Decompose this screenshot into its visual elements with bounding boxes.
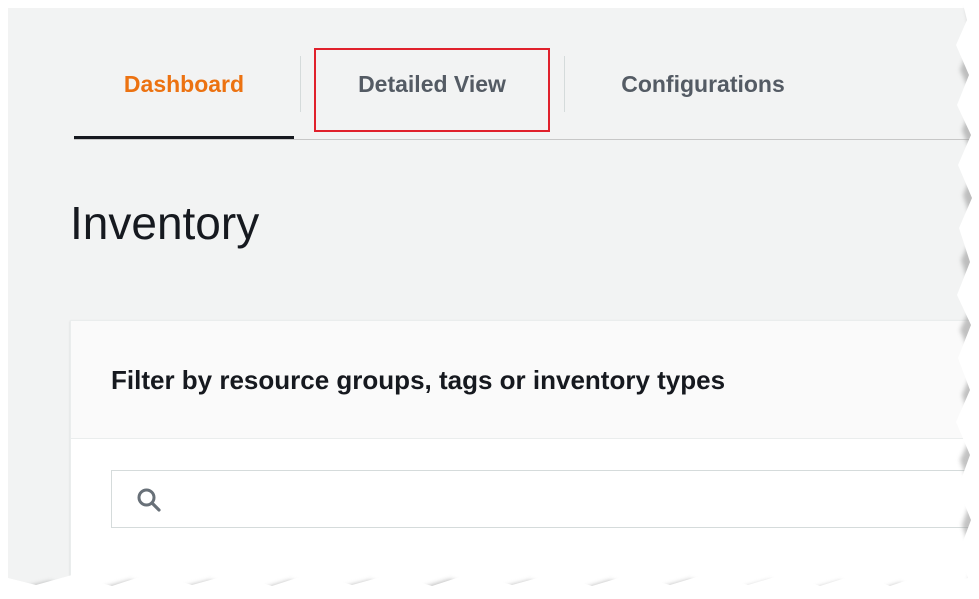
filter-panel-header: Filter by resource groups, tags or inven… <box>71 321 973 439</box>
tab-configurations[interactable]: Configurations <box>570 48 836 120</box>
filter-panel-title: Filter by resource groups, tags or inven… <box>111 365 726 395</box>
page-title: Inventory <box>70 197 260 249</box>
tab-divider <box>300 56 301 112</box>
tab-bar: Dashboard Detailed View Configurations <box>74 48 973 140</box>
tab-divider <box>564 56 565 112</box>
filter-panel: Filter by resource groups, tags or inven… <box>70 320 973 586</box>
search-field[interactable] <box>111 470 973 528</box>
tab-detailed-view[interactable]: Detailed View <box>306 48 558 120</box>
tab-dashboard[interactable]: Dashboard <box>74 48 294 120</box>
search-icon <box>137 488 161 512</box>
tab-bar-divider <box>74 139 973 140</box>
console-page: Dashboard Detailed View Configurations I… <box>8 8 973 586</box>
search-input[interactable] <box>176 479 960 521</box>
